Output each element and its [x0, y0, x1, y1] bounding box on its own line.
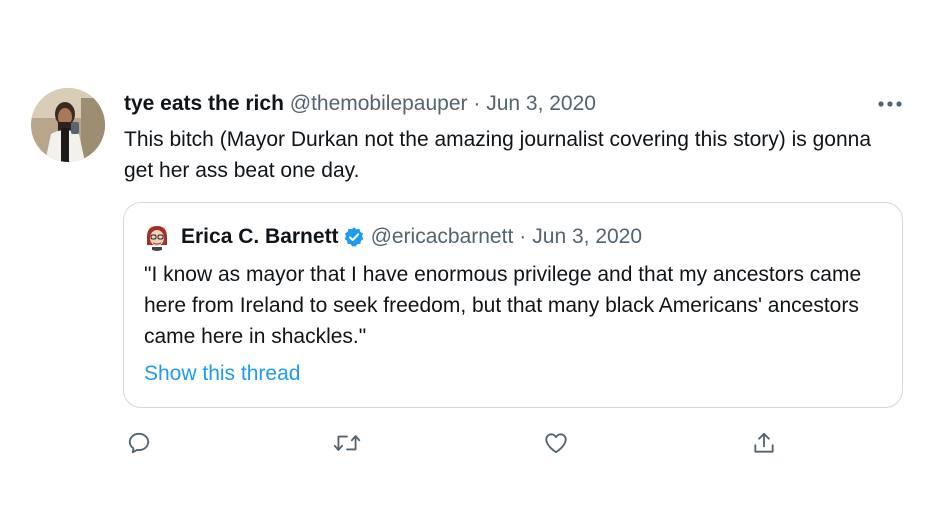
more-options-button[interactable]	[874, 90, 906, 118]
quoted-tweet-text: "I know as mayor that I have enormous pr…	[144, 263, 862, 348]
quoted-tweet[interactable]: Erica C. Barnett @ericacbarnett · Jun 3,…	[123, 202, 903, 408]
quoted-user-handle[interactable]: @ericacbarnett	[371, 223, 514, 251]
more-horizontal-icon	[878, 101, 902, 107]
retweet-button[interactable]	[332, 428, 362, 458]
user-handle[interactable]: @themobilepauper	[290, 92, 468, 115]
share-icon	[754, 432, 774, 453]
reply-icon	[128, 432, 150, 454]
quoted-user-avatar[interactable]	[143, 223, 171, 251]
display-name[interactable]: tye eats the rich	[124, 92, 284, 115]
user-avatar[interactable]	[31, 88, 105, 162]
tweet-date[interactable]: Jun 3, 2020	[486, 92, 596, 115]
tweet-header: tye eats the rich @themobilepauper · Jun…	[124, 90, 596, 118]
quoted-tweet-date[interactable]: Jun 3, 2020	[532, 223, 642, 251]
like-button[interactable]	[541, 428, 571, 458]
header-separator: ·	[473, 92, 481, 115]
quoted-header-separator: ·	[519, 225, 527, 248]
show-thread-link[interactable]: Show this thread	[144, 360, 300, 388]
retweet-icon	[333, 435, 361, 451]
share-button[interactable]	[749, 428, 779, 458]
tweet-text: This bitch (Mayor Durkan not the amazing…	[124, 128, 871, 182]
quoted-display-name[interactable]: Erica C. Barnett	[181, 223, 339, 251]
verified-badge-icon	[344, 227, 363, 247]
tweet: tye eats the rich @themobilepauper · Jun…	[0, 0, 932, 524]
reply-button[interactable]	[124, 428, 154, 458]
like-icon	[545, 433, 567, 454]
quoted-tweet-header: Erica C. Barnett @ericacbarnett · Jun 3,…	[181, 223, 642, 251]
